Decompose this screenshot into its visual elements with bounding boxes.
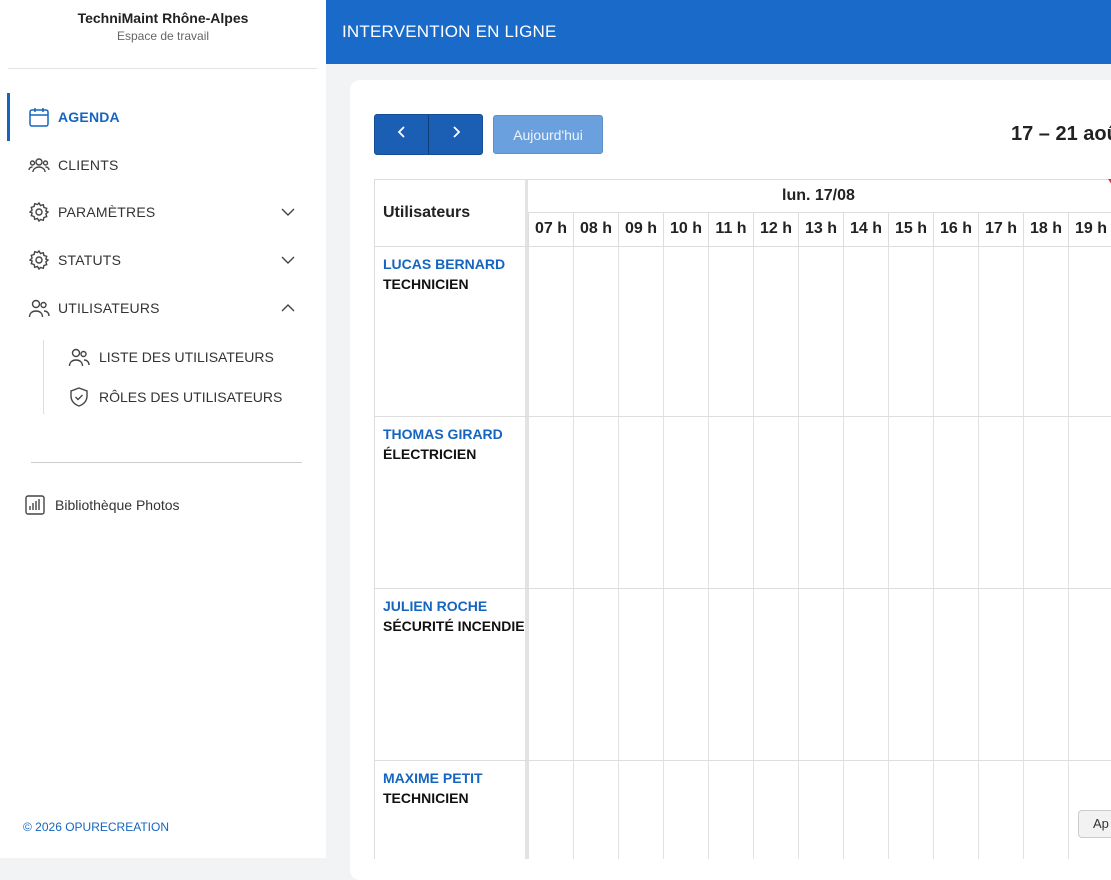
sidebar-item-bibliotheque-photos[interactable]: Bibliothèque Photos <box>24 494 180 516</box>
today-button[interactable]: Aujourd'hui <box>493 115 603 154</box>
sidebar-item-utilisateurs[interactable]: UTILISATEURS <box>28 296 298 320</box>
gear-icon <box>28 201 50 223</box>
hour-gridline <box>843 246 844 859</box>
user-row[interactable]: MAXIME PETIT TECHNICIEN <box>375 760 525 859</box>
hour-label: 11 h <box>708 212 753 246</box>
sidebar-subitem-roles-utilisateurs[interactable]: RÔLES DES UTILISATEURS <box>68 386 282 408</box>
hour-label: 10 h <box>663 212 708 246</box>
hour-label: 16 h <box>933 212 978 246</box>
chevron-left-icon <box>395 125 409 144</box>
copyright[interactable]: © 2026 OPURECREATION <box>23 820 169 834</box>
timeline-grid: Utilisateurs lun. 17/08 07 h 08 h 09 h 1… <box>374 179 1111 859</box>
hour-label: 14 h <box>843 212 888 246</box>
user-name[interactable]: LUCAS BERNARD <box>383 256 505 272</box>
hour-gridline <box>978 246 979 859</box>
user-role: ÉLECTRICIEN <box>383 446 477 462</box>
user-name[interactable]: THOMAS GIRARD <box>383 426 503 442</box>
org-name: TechniMaint Rhône-Alpes <box>77 10 249 26</box>
user-row[interactable]: LUCAS BERNARD TECHNICIEN <box>375 246 525 416</box>
hour-gridline <box>1068 246 1069 859</box>
hour-gridline <box>753 246 754 859</box>
sidebar-item-label: Bibliothèque Photos <box>55 497 180 513</box>
day-label: lun. 17/08 <box>782 187 855 204</box>
users-icon <box>28 297 50 319</box>
date-range-title: 17 – 21 aoû <box>1011 123 1111 145</box>
hour-label: 19 h <box>1068 212 1111 246</box>
top-bar: INTERVENTION EN LIGNE <box>326 0 1111 64</box>
user-role: TECHNICIEN <box>383 276 469 292</box>
chevron-up-icon[interactable] <box>280 300 296 316</box>
sidebar-item-parametres[interactable]: PARAMÈTRES <box>28 200 298 224</box>
users-column-header: Utilisateurs <box>383 204 471 221</box>
sidebar-item-statuts[interactable]: STATUTS <box>28 248 298 272</box>
hour-label: 15 h <box>888 212 933 246</box>
hour-label: 13 h <box>798 212 843 246</box>
hour-gridline <box>573 246 574 859</box>
gear-icon <box>28 249 50 271</box>
hour-gridline <box>798 246 799 859</box>
sidebar-divider <box>31 462 302 463</box>
sidebar-item-label: STATUTS <box>58 252 122 268</box>
next-button[interactable] <box>429 115 482 154</box>
prev-button[interactable] <box>375 115 429 154</box>
calendar-nav-buttons <box>374 114 483 155</box>
chevron-down-icon[interactable] <box>280 252 296 268</box>
hour-label: 18 h <box>1023 212 1068 246</box>
floating-app-button[interactable]: Ap <box>1078 810 1111 838</box>
submenu-guide-line <box>43 340 44 414</box>
chevron-down-icon[interactable] <box>280 204 296 220</box>
day-header: lun. 17/08 <box>528 180 1111 213</box>
hour-label: 07 h <box>528 212 573 246</box>
shield-check-icon <box>68 386 90 408</box>
hour-gridline <box>663 246 664 859</box>
hour-gridline <box>1023 246 1024 859</box>
sidebar-subitem-label: RÔLES DES UTILISATEURS <box>99 389 283 405</box>
hour-header-row: 07 h 08 h 09 h 10 h 11 h 12 h 13 h 14 h … <box>528 212 1111 246</box>
bar-chart-icon <box>24 494 46 516</box>
user-role: TECHNICIEN <box>383 790 469 806</box>
sidebar-divider <box>8 68 317 69</box>
user-name[interactable]: JULIEN ROCHE <box>383 598 487 614</box>
user-row[interactable]: JULIEN ROCHE SÉCURITÉ INCENDIE <box>375 588 525 760</box>
hour-label: 17 h <box>978 212 1023 246</box>
sidebar-item-agenda[interactable]: AGENDA <box>28 105 298 129</box>
hour-label: 08 h <box>573 212 618 246</box>
sidebar-subitem-liste-utilisateurs[interactable]: LISTE DES UTILISATEURS <box>68 346 274 368</box>
users-group-icon <box>28 154 50 176</box>
sidebar-item-label: CLIENTS <box>58 157 119 173</box>
page-title: INTERVENTION EN LIGNE <box>342 22 557 41</box>
sidebar-subitem-label: LISTE DES UTILISATEURS <box>99 349 274 365</box>
org-subtitle: Espace de travail <box>116 29 210 43</box>
active-indicator <box>7 93 10 141</box>
hour-gridline <box>888 246 889 859</box>
sidebar: TechniMaint Rhône-Alpes Espace de travai… <box>0 0 326 858</box>
users-icon <box>68 346 90 368</box>
user-name[interactable]: MAXIME PETIT <box>383 770 483 786</box>
hour-gridline <box>708 246 709 859</box>
calendar-icon <box>28 106 50 128</box>
sidebar-item-label: PARAMÈTRES <box>58 204 156 220</box>
sidebar-item-label: UTILISATEURS <box>58 300 160 316</box>
hour-gridline <box>528 246 529 859</box>
sidebar-item-clients[interactable]: CLIENTS <box>28 153 298 177</box>
hour-label: 12 h <box>753 212 798 246</box>
user-row[interactable]: THOMAS GIRARD ÉLECTRICIEN <box>375 416 525 588</box>
hour-gridline <box>618 246 619 859</box>
chevron-right-icon <box>449 125 463 144</box>
hour-label: 09 h <box>618 212 663 246</box>
user-role: SÉCURITÉ INCENDIE <box>383 618 525 634</box>
sidebar-item-label: AGENDA <box>58 109 120 125</box>
hour-gridline <box>933 246 934 859</box>
